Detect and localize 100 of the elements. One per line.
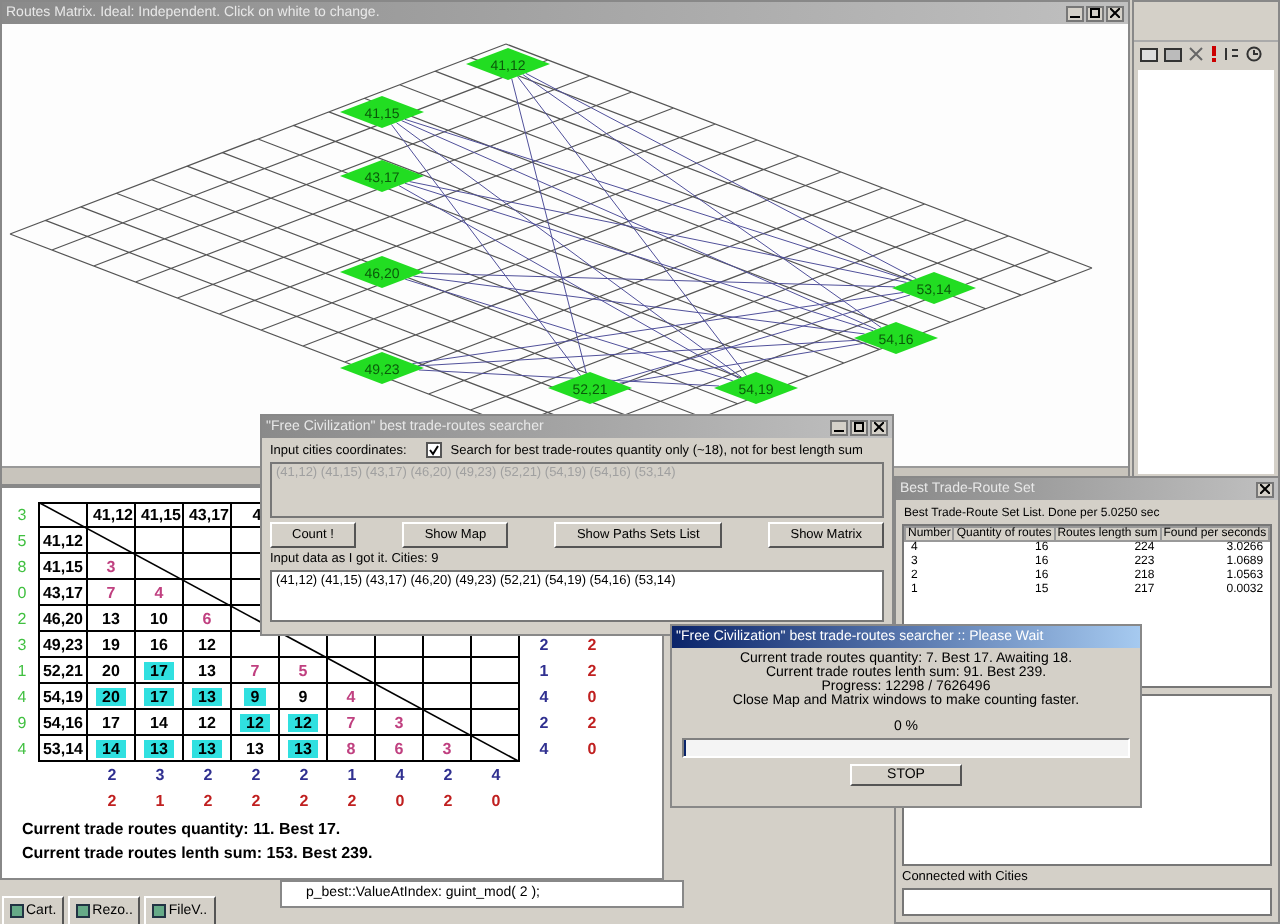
distance-value: 20 xyxy=(100,687,122,705)
table-cell xyxy=(424,684,472,710)
count-label: 3 xyxy=(15,634,29,658)
row-sum: 2 xyxy=(537,712,551,736)
distance-value: 6 xyxy=(200,609,214,627)
row-header: 54,19 xyxy=(38,684,88,710)
distance-value: 12 xyxy=(196,635,218,653)
distance-value: 17 xyxy=(148,687,170,705)
column-sum: 1 xyxy=(153,790,167,814)
distance-value: 14 xyxy=(100,739,122,757)
input-field[interactable] xyxy=(902,888,1272,916)
clock-icon[interactable] xyxy=(1246,46,1262,62)
distance-value: 12 xyxy=(292,713,314,731)
distance-value: 14 xyxy=(148,713,170,731)
distance-value: 4 xyxy=(152,583,166,601)
distance-value: 5 xyxy=(296,661,310,679)
column-sum: 2 xyxy=(105,764,119,788)
column-sum: 2 xyxy=(201,790,215,814)
distance-value: 8 xyxy=(344,739,358,757)
close-icon xyxy=(1110,8,1120,18)
distance-value: 3 xyxy=(392,713,406,731)
column-sum: 2 xyxy=(297,764,311,788)
row-sum: 4 xyxy=(537,686,551,710)
count-label: 1 xyxy=(15,660,29,684)
distance-value: 12 xyxy=(196,713,218,731)
row-header: 52,21 xyxy=(38,658,88,684)
distance-value: 16 xyxy=(148,635,170,653)
list-icon[interactable] xyxy=(1224,46,1240,62)
column-sum: 4 xyxy=(393,764,407,788)
distance-value: 20 xyxy=(100,661,122,679)
column-sum: 2 xyxy=(201,764,215,788)
distance-value: 13 xyxy=(196,661,218,679)
row-sum: 2 xyxy=(537,634,551,658)
distance-value: 13 xyxy=(196,739,218,757)
column-header: 43,17 xyxy=(184,502,232,528)
row-sum: 2 xyxy=(585,660,599,684)
table-cell xyxy=(424,658,472,684)
distance-value: 7 xyxy=(248,661,262,679)
column-sum: 2 xyxy=(297,790,311,814)
column-sum: 0 xyxy=(393,790,407,814)
distance-value: 3 xyxy=(104,557,118,575)
table-cell xyxy=(472,710,520,736)
column-sum: 0 xyxy=(489,790,503,814)
exclamation-icon[interactable] xyxy=(1210,46,1218,62)
checkbox[interactable] xyxy=(426,442,443,458)
distance-value: 13 xyxy=(196,687,218,705)
row-sum: 2 xyxy=(585,712,599,736)
row-sum: 2 xyxy=(585,634,599,658)
column-sum: 4 xyxy=(489,764,503,788)
row-sum: 1 xyxy=(537,660,551,684)
row-header: 54,16 xyxy=(38,710,88,736)
distance-value: 13 xyxy=(100,609,122,627)
status-text: Current trade routes lenth sum: 153. Best 239. xyxy=(22,844,375,862)
count-label: 3 xyxy=(15,504,29,528)
distance-value: 6 xyxy=(392,739,406,757)
status-text: Current trade routes quantity: 11. Best 17. xyxy=(22,820,343,838)
column-sum: 3 xyxy=(153,764,167,788)
row-sum: 0 xyxy=(585,738,599,762)
table-cell xyxy=(38,502,88,528)
close-icon xyxy=(1260,484,1270,494)
distance-value: 4 xyxy=(344,687,358,705)
row-sum: 4 xyxy=(537,738,551,762)
column-header: 41,15 xyxy=(136,502,184,528)
count-label: 8 xyxy=(15,556,29,580)
distance-value: 13 xyxy=(292,739,314,757)
distance-value: 9 xyxy=(248,687,262,705)
count-label: 0 xyxy=(15,582,29,606)
distance-value: 13 xyxy=(244,739,266,757)
column-sum: 2 xyxy=(441,764,455,788)
column-sum: 2 xyxy=(105,790,119,814)
distance-value: 19 xyxy=(100,635,122,653)
distance-value: 17 xyxy=(148,661,170,679)
window-icon xyxy=(10,904,24,918)
column-sum: 2 xyxy=(441,790,455,814)
window-icon xyxy=(152,904,167,918)
count-label: 9 xyxy=(15,712,29,736)
column-sum: 1 xyxy=(345,764,359,788)
distance-value: 7 xyxy=(344,713,358,731)
distance-value: 17 xyxy=(100,713,122,731)
maximize-icon xyxy=(854,422,864,432)
column-header: 41,12 xyxy=(88,502,136,528)
row-header: 41,15 xyxy=(38,554,88,580)
table-cell xyxy=(472,658,520,684)
table-cell xyxy=(136,528,184,554)
column-sum: 2 xyxy=(345,790,359,814)
column-sum: 2 xyxy=(249,790,263,814)
column-sum: 2 xyxy=(249,764,263,788)
row-sum: 0 xyxy=(585,686,599,710)
table-cell xyxy=(472,684,520,710)
count-label: 5 xyxy=(15,530,29,554)
row-header: 41,12 xyxy=(38,528,88,554)
distance-value: 7 xyxy=(104,583,118,601)
distance-value: 9 xyxy=(296,687,310,705)
row-header: 53,14 xyxy=(38,736,88,762)
close-icon xyxy=(874,422,884,432)
window-icon xyxy=(76,904,91,918)
count-label: 2 xyxy=(15,608,29,632)
row-header: 43,17 xyxy=(38,580,88,606)
distance-value: 13 xyxy=(148,739,170,757)
distance-value: 3 xyxy=(440,739,454,757)
